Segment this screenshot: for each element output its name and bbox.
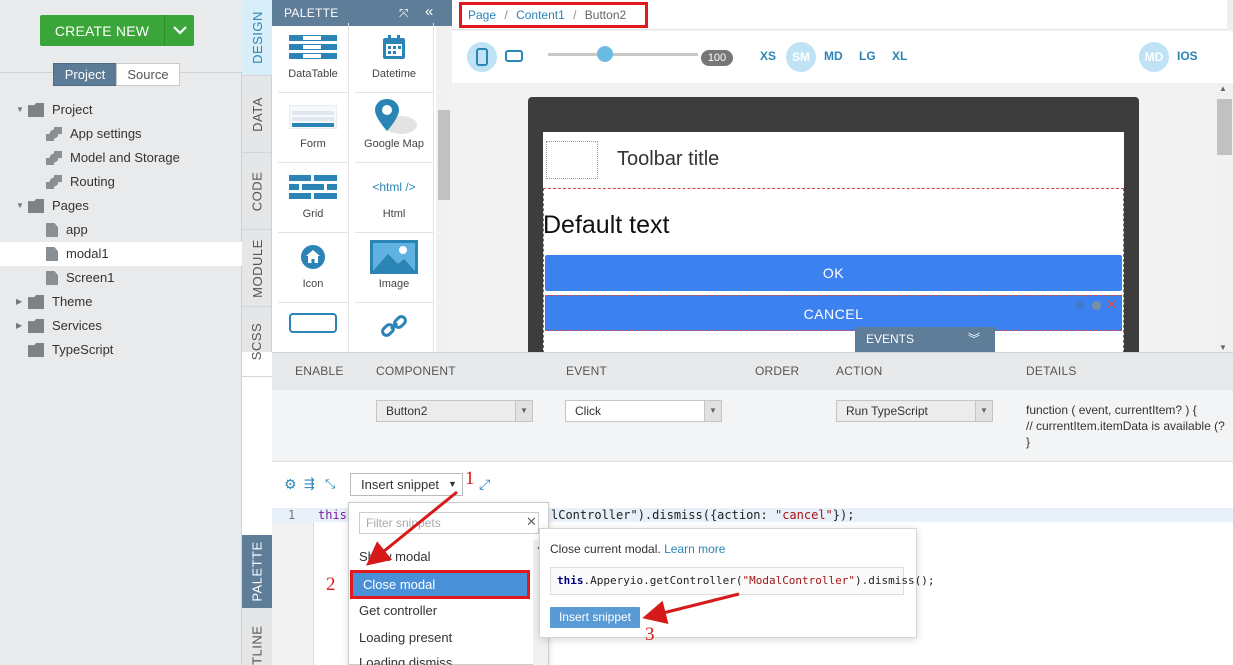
annotation-arrow-1 — [366, 490, 458, 566]
annotation-arrow-3 — [642, 592, 740, 625]
annotation-number-3: 3 — [645, 624, 655, 645]
annotation-arrows — [366, 490, 740, 625]
annotation-number-1: 1 — [465, 468, 475, 489]
annotation-number-2: 2 — [326, 574, 336, 595]
